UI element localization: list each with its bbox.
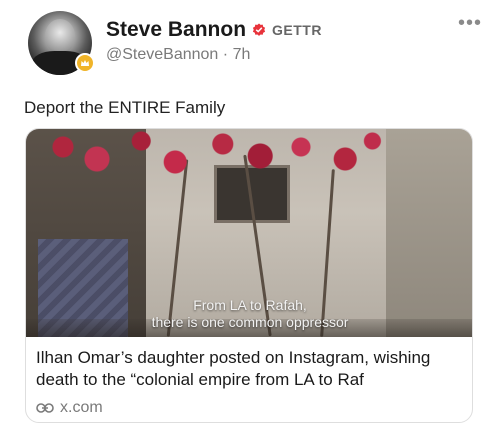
meta-separator: · [222, 46, 229, 63]
image-flowers [46, 129, 386, 189]
verified-icon [252, 23, 266, 36]
author-handle[interactable]: @SteveBannon [106, 46, 218, 63]
image-caption-line1: From LA to Rafah, [193, 297, 307, 313]
link-preview-image[interactable]: From LA to Rafah, there is one common op… [26, 129, 472, 337]
post-time[interactable]: 7h [233, 46, 251, 63]
link-preview-title[interactable]: Ilhan Omar’s daughter posted on Instagra… [36, 347, 466, 391]
image-caption-line2: there is one common oppressor [151, 314, 349, 330]
link-icon [36, 403, 54, 413]
link-preview-domain[interactable]: x.com [36, 399, 103, 417]
author-display-name[interactable]: Steve Bannon [106, 18, 246, 42]
image-caption: From LA to Rafah, there is one common op… [26, 297, 472, 331]
post-text: Deport the ENTIRE Family [24, 98, 226, 117]
author-name-row: Steve Bannon GETTR [106, 18, 322, 42]
avatar-face [45, 19, 75, 53]
more-options-button[interactable]: ••• [458, 13, 482, 33]
brand-label: GETTR [272, 22, 322, 38]
badge-icon [75, 53, 95, 73]
crown-icon [81, 60, 89, 66]
link-preview-card[interactable]: From LA to Rafah, there is one common op… [25, 128, 473, 423]
link-domain-text: x.com [60, 399, 103, 416]
author-meta: @SteveBannon · 7h [106, 46, 250, 64]
